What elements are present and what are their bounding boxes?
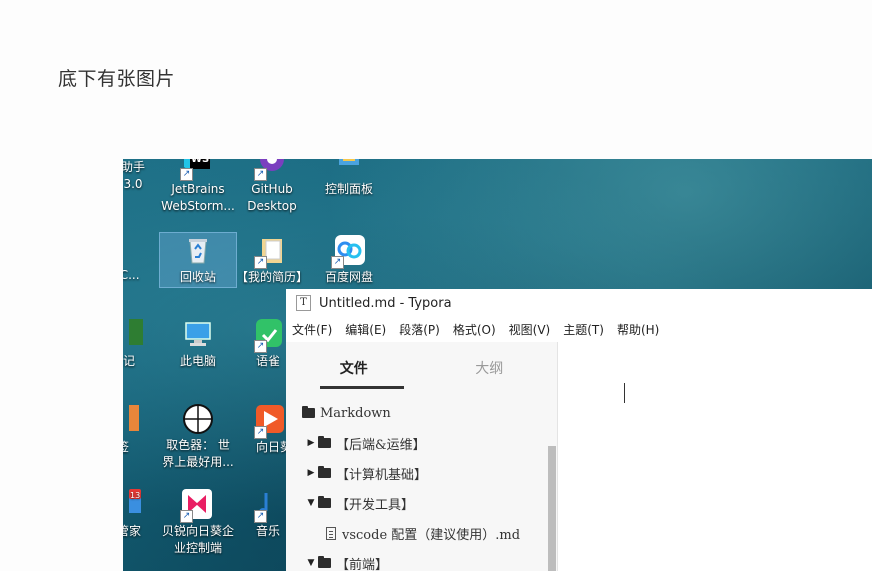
menu-format[interactable]: 格式(O) bbox=[453, 321, 496, 338]
baidu-netdisk-label: 百度网盘 bbox=[324, 270, 373, 284]
sunlogin-enterprise-icon: ↗ bbox=[180, 489, 214, 523]
pc-manager-badge: 13 bbox=[130, 491, 140, 500]
sunlogin-enterprise-label: 贝锐向日葵企 bbox=[161, 524, 234, 538]
this-pc-shortcut[interactable]: 此电脑 bbox=[160, 319, 236, 370]
tree-item-frontend[interactable]: ▼ 【前端】 bbox=[286, 548, 547, 571]
folder-icon bbox=[318, 496, 331, 508]
webstorm-label: JetBrains bbox=[171, 182, 225, 196]
tree-item-label: 【后端&运维】 bbox=[336, 437, 426, 453]
github-desktop-shortcut[interactable]: ↗ GitHub Desktop bbox=[234, 159, 310, 215]
menu-bar: 文件(F) 编辑(E) 段落(P) 格式(O) 视图(V) 主题(T) 帮助(H… bbox=[286, 317, 872, 342]
file-icon bbox=[326, 526, 336, 540]
menu-view[interactable]: 视图(V) bbox=[509, 321, 551, 338]
baidu-netdisk-shortcut[interactable]: ↗ 百度网盘 bbox=[311, 235, 387, 286]
color-picker-label-2: 界上最好用... bbox=[162, 455, 234, 469]
baidu-netdisk-icon: ↗ bbox=[331, 235, 365, 269]
active-tab-indicator bbox=[320, 386, 404, 389]
typora-app-icon: T bbox=[296, 295, 311, 311]
sunlogin-icon: ↗ bbox=[254, 405, 288, 439]
tab-files[interactable]: 文件 bbox=[286, 342, 422, 388]
folder-icon bbox=[318, 556, 331, 568]
control-panel-shortcut[interactable]: 控制面板 bbox=[311, 159, 387, 198]
this-pc-label: 此电脑 bbox=[179, 354, 216, 368]
notes-label: 笔记 bbox=[123, 354, 135, 368]
notes-shortcut[interactable]: 笔记 bbox=[123, 319, 161, 370]
menu-edit[interactable]: 编辑(E) bbox=[345, 321, 386, 338]
file-tree: Markdown ▶ 【后端&运维】 ▶ 【计算机基础】 ▼ 【开发工具】 vs… bbox=[286, 398, 547, 571]
tree-item-backend-ops[interactable]: ▶ 【后端&运维】 bbox=[286, 428, 547, 458]
tree-item-label: 【开发工具】 bbox=[336, 497, 415, 513]
recycle-bin-label: 回收站 bbox=[179, 270, 216, 284]
folder-icon bbox=[318, 436, 331, 448]
tree-item-label: Markdown bbox=[320, 405, 391, 421]
recycle-bin-shortcut[interactable]: 回收站 bbox=[159, 232, 237, 288]
caret-down-icon[interactable]: ▼ bbox=[306, 498, 316, 508]
window-title: Untitled.md - Typora bbox=[319, 295, 452, 311]
partial-qian-shortcut[interactable]: 签 bbox=[123, 405, 161, 456]
recycle-bin-icon bbox=[182, 235, 214, 267]
webstorm-shortcut[interactable]: WS ↗ JetBrains WebStorm... bbox=[160, 159, 236, 215]
notes-icon bbox=[129, 319, 161, 351]
pc-manager-icon: 13 bbox=[129, 489, 161, 521]
resume-label: 【我的简历】 bbox=[235, 270, 308, 284]
folder-icon: ↗ bbox=[254, 235, 288, 269]
pc-manager-label: 件管家 bbox=[123, 524, 141, 538]
caret-right-icon[interactable]: ▶ bbox=[306, 468, 316, 478]
tree-item-cs-basics[interactable]: ▶ 【计算机基础】 bbox=[286, 458, 547, 488]
color-picker-shortcut[interactable]: 取色器： 世 界上最好用... bbox=[158, 403, 238, 471]
github-label-2: Desktop bbox=[247, 199, 297, 213]
sunlogin-enterprise-shortcut[interactable]: ↗ 贝锐向日葵企 业控制端 bbox=[160, 489, 236, 557]
file-sidebar: 文件 大纲 Markdown ▶ 【后端&运维】 ▶ 【计算机基础】 ▼ 【开发… bbox=[286, 342, 558, 571]
tree-item-label: 【前端】 bbox=[336, 557, 389, 571]
sunlogin-enterprise-label-2: 业控制端 bbox=[173, 541, 222, 555]
text-cursor bbox=[624, 383, 625, 403]
app-icon bbox=[129, 405, 161, 437]
menu-help[interactable]: 帮助(H) bbox=[617, 321, 659, 338]
tree-item-vscode-config[interactable]: vscode 配置（建议使用）.md bbox=[286, 518, 547, 548]
tree-item-label: 【计算机基础】 bbox=[336, 467, 428, 483]
control-panel-icon bbox=[333, 159, 365, 179]
color-picker-label: 取色器： 世 bbox=[166, 438, 230, 452]
sidebar-tabs: 文件 大纲 bbox=[286, 342, 558, 389]
partial-nc-label: N-C... bbox=[123, 268, 140, 282]
document-text: 底下有张图片 bbox=[58, 68, 176, 90]
sidebar-scrollbar[interactable] bbox=[548, 446, 556, 571]
tab-outline[interactable]: 大纲 bbox=[422, 342, 558, 388]
menu-theme[interactable]: 主题(T) bbox=[563, 321, 604, 338]
github-desktop-icon: ↗ bbox=[254, 159, 288, 181]
folder-icon bbox=[302, 406, 315, 418]
partial-nc-shortcut[interactable]: N-C... bbox=[123, 267, 161, 284]
folder-icon bbox=[318, 466, 331, 478]
svg-text:WS: WS bbox=[191, 159, 209, 165]
tree-item-markdown[interactable]: Markdown bbox=[286, 398, 547, 428]
webstorm-icon: WS ↗ bbox=[180, 159, 214, 181]
typora-window: T Untitled.md - Typora 文件(F) 编辑(E) 段落(P)… bbox=[286, 289, 872, 571]
github-label: GitHub bbox=[251, 182, 293, 196]
caret-down-icon[interactable]: ▼ bbox=[306, 558, 316, 568]
resume-folder-shortcut[interactable]: ↗ 【我的简历】 bbox=[234, 235, 310, 286]
webstorm-label-2: WebStorm... bbox=[161, 199, 235, 213]
menu-paragraph[interactable]: 段落(P) bbox=[399, 321, 440, 338]
partial-qian-label: 签 bbox=[123, 439, 161, 456]
title-bar[interactable]: T Untitled.md - Typora bbox=[286, 289, 872, 317]
tree-item-dev-tools[interactable]: ▼ 【开发工具】 bbox=[286, 488, 547, 518]
tree-item-label: vscode 配置（建议使用）.md bbox=[342, 527, 521, 543]
computer-icon bbox=[182, 319, 214, 351]
yuque-icon: ↗ bbox=[254, 319, 288, 353]
crosshair-icon bbox=[182, 403, 214, 435]
menu-file[interactable]: 文件(F) bbox=[292, 321, 332, 338]
music-icon: ↗ bbox=[254, 489, 288, 523]
control-panel-label: 控制面板 bbox=[324, 182, 373, 196]
pc-manager-shortcut[interactable]: 13 件管家 bbox=[123, 489, 161, 540]
caret-right-icon[interactable]: ▶ bbox=[306, 438, 316, 448]
